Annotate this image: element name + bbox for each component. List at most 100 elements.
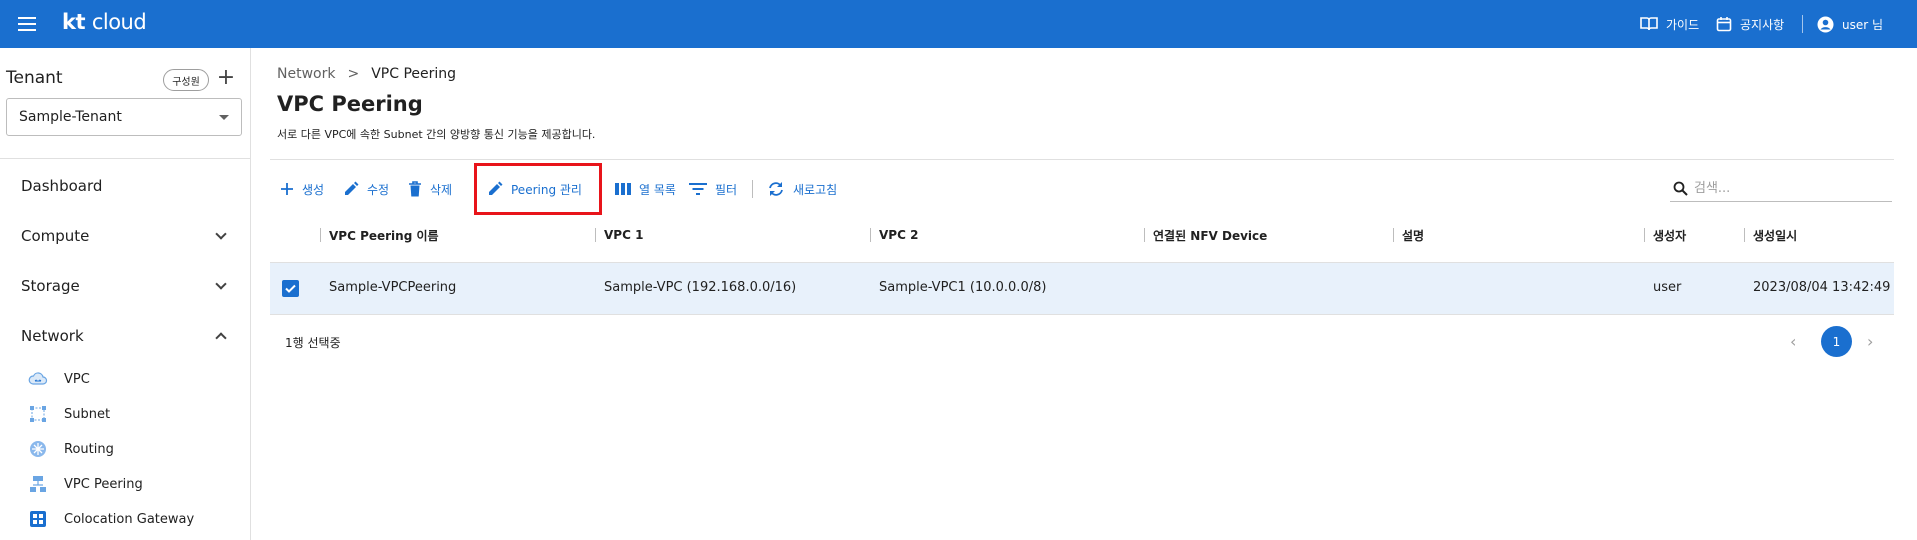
dropdown-arrow-icon bbox=[219, 115, 229, 120]
cell-vpc2: Sample-VPC1 (10.0.0.0/8) bbox=[879, 280, 1047, 295]
column-separator bbox=[870, 228, 871, 242]
cell-name: Sample-VPCPeering bbox=[329, 280, 457, 295]
create-button[interactable]: 생성 bbox=[280, 178, 324, 200]
refresh-label: 새로고침 bbox=[793, 182, 838, 197]
subnet-icon bbox=[28, 405, 48, 423]
member-button[interactable]: 구성원 bbox=[163, 69, 209, 91]
sidebar-divider bbox=[0, 158, 251, 159]
column-header-description[interactable]: 설명 bbox=[1393, 226, 1424, 244]
colocation-gateway-icon bbox=[28, 510, 48, 528]
columns-button[interactable]: 열 목록 bbox=[615, 178, 676, 200]
breadcrumb: Network > VPC Peering bbox=[277, 66, 456, 82]
search-box bbox=[1670, 176, 1892, 202]
column-header-vpc2[interactable]: VPC 2 bbox=[870, 226, 918, 244]
columns-label: 열 목록 bbox=[639, 182, 676, 197]
search-input[interactable] bbox=[1694, 178, 1884, 198]
menu-icon[interactable] bbox=[18, 16, 38, 32]
sidebar: Tenant 구성원 + Sample-Tenant Dashboard Com… bbox=[0, 48, 251, 540]
user-label: user 님 bbox=[1842, 17, 1884, 32]
routing-icon bbox=[28, 440, 48, 458]
page-button-current[interactable]: 1 bbox=[1821, 326, 1852, 357]
breadcrumb-network-link[interactable]: Network bbox=[277, 66, 335, 82]
plus-icon bbox=[281, 183, 293, 195]
column-header-label: VPC 1 bbox=[604, 228, 644, 242]
sidebar-item-subnet[interactable]: Subnet bbox=[28, 403, 110, 425]
page-description: 서로 다른 VPC에 속한 Subnet 간의 양방향 통신 기능을 제공합니다… bbox=[277, 128, 596, 141]
calendar-icon bbox=[1716, 17, 1732, 32]
sidebar-item-routing[interactable]: Routing bbox=[28, 438, 114, 460]
sidebar-item-label: Colocation Gateway bbox=[64, 511, 195, 527]
column-header-label: 설명 bbox=[1402, 228, 1425, 243]
column-separator bbox=[1393, 228, 1394, 242]
sidebar-item-label: Routing bbox=[64, 441, 114, 457]
edit-button[interactable]: 수정 bbox=[343, 178, 389, 200]
header-divider bbox=[270, 159, 1894, 160]
column-header-nfv-device[interactable]: 연결된 NFV Device bbox=[1144, 226, 1267, 244]
column-header-label: 생성자 bbox=[1653, 228, 1687, 243]
column-header-created-at[interactable]: 생성일시 bbox=[1744, 226, 1797, 244]
toolbar-divider bbox=[752, 180, 753, 198]
filter-button[interactable]: 필터 bbox=[689, 178, 737, 200]
sidebar-item-compute[interactable]: Compute bbox=[21, 222, 231, 250]
column-separator bbox=[320, 228, 321, 242]
sidebar-item-vpc-peering[interactable]: VPC Peering bbox=[28, 473, 143, 495]
column-header-label: 생성일시 bbox=[1753, 228, 1798, 243]
sidebar-item-label: Subnet bbox=[64, 406, 111, 422]
chevron-right-icon[interactable]: › bbox=[1867, 332, 1873, 351]
tenant-select-value: Sample-Tenant bbox=[19, 109, 122, 125]
sidebar-item-label: VPC Peering bbox=[64, 476, 143, 492]
user-menu[interactable]: user 님 bbox=[1817, 0, 1883, 48]
create-label: 생성 bbox=[302, 182, 325, 197]
cell-vpc1: Sample-VPC (192.168.0.0/16) bbox=[604, 280, 797, 295]
tenant-select[interactable]: Sample-Tenant bbox=[6, 98, 242, 136]
column-separator bbox=[1644, 228, 1645, 242]
sidebar-item-label: Storage bbox=[21, 277, 80, 295]
trash-icon bbox=[409, 181, 421, 197]
topbar-divider bbox=[1802, 15, 1803, 33]
chevron-down-icon bbox=[215, 278, 227, 290]
chevron-left-icon[interactable]: ‹ bbox=[1790, 332, 1796, 351]
refresh-button[interactable]: 새로고침 bbox=[767, 178, 837, 200]
add-tenant-button[interactable]: + bbox=[216, 66, 236, 90]
account-circle-icon bbox=[1817, 16, 1834, 32]
column-separator bbox=[595, 228, 596, 242]
sidebar-item-colocation-gateway[interactable]: Colocation Gateway bbox=[28, 508, 194, 530]
sidebar-item-label: VPC bbox=[64, 371, 90, 387]
breadcrumb-current: VPC Peering bbox=[371, 66, 457, 82]
cell-created-at: 2023/08/04 13:42:49 bbox=[1753, 280, 1891, 295]
sidebar-item-label: Network bbox=[21, 327, 84, 345]
chevron-up-icon bbox=[215, 332, 227, 344]
kt-cloud-logo[interactable]: kt cloud bbox=[62, 10, 147, 34]
selected-row-count: 1행 선택중 bbox=[285, 336, 341, 350]
sidebar-item-storage[interactable]: Storage bbox=[21, 272, 231, 300]
row-checkbox[interactable] bbox=[282, 280, 299, 297]
guide-link[interactable]: 가이드 bbox=[1640, 0, 1699, 48]
column-header-label: VPC 2 bbox=[879, 228, 919, 242]
notice-link[interactable]: 공지사항 bbox=[1716, 0, 1784, 48]
pencil-icon bbox=[345, 181, 359, 195]
column-header-name[interactable]: VPC Peering 이름 bbox=[320, 226, 439, 244]
vpc-peering-icon bbox=[28, 475, 48, 493]
sidebar-item-vpc[interactable]: VPC bbox=[28, 368, 90, 390]
check-icon bbox=[285, 284, 296, 293]
delete-button[interactable]: 삭제 bbox=[408, 178, 452, 200]
sidebar-item-dashboard[interactable]: Dashboard bbox=[21, 172, 231, 200]
filter-label: 필터 bbox=[715, 182, 738, 197]
view-column-icon bbox=[615, 183, 631, 195]
column-separator bbox=[1744, 228, 1745, 242]
delete-label: 삭제 bbox=[430, 182, 453, 197]
column-separator bbox=[1144, 228, 1145, 242]
guide-label: 가이드 bbox=[1666, 17, 1700, 32]
column-header-creator[interactable]: 생성자 bbox=[1644, 226, 1686, 244]
sidebar-item-network[interactable]: Network bbox=[21, 322, 231, 350]
column-header-vpc1[interactable]: VPC 1 bbox=[595, 226, 643, 244]
tenant-title: Tenant bbox=[6, 68, 63, 88]
logo-kt-text: kt bbox=[62, 10, 86, 34]
book-icon bbox=[1640, 17, 1658, 31]
table-row[interactable]: Sample-VPCPeering Sample-VPC (192.168.0.… bbox=[270, 263, 1894, 315]
breadcrumb-separator: > bbox=[347, 66, 360, 82]
page-title: VPC Peering bbox=[277, 92, 423, 116]
top-app-bar: kt cloud 가이드 공지사항 user 님 bbox=[0, 0, 1917, 48]
refresh-icon bbox=[769, 182, 783, 196]
vpc-cloud-icon bbox=[28, 370, 48, 388]
